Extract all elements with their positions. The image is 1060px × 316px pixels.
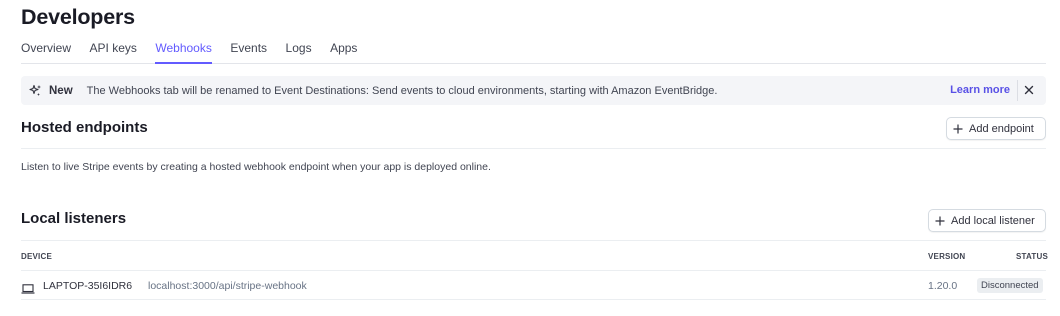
sparkle-icon bbox=[29, 84, 42, 97]
local-listeners-title: Local listeners bbox=[21, 210, 127, 227]
banner-message: The Webhooks tab will be renamed to Even… bbox=[86, 84, 718, 97]
local-divider bbox=[21, 240, 1046, 241]
hosted-endpoints-title: Hosted endpoints bbox=[21, 119, 148, 136]
tab-webhooks[interactable]: Webhooks bbox=[155, 41, 213, 64]
new-badge: New bbox=[49, 84, 73, 97]
announcement-banner: New The Webhooks tab will be renamed to … bbox=[21, 76, 1046, 105]
learn-more-link[interactable]: Learn more bbox=[950, 84, 1010, 96]
hosted-divider bbox=[21, 148, 1046, 149]
tab-api-keys[interactable]: API keys bbox=[90, 41, 137, 63]
column-header-device: DEVICE bbox=[21, 252, 52, 261]
device-url: localhost:3000/api/stripe-webhook bbox=[148, 280, 307, 292]
close-icon[interactable] bbox=[1022, 83, 1036, 97]
add-endpoint-button[interactable]: Add endpoint bbox=[946, 117, 1046, 140]
add-endpoint-label: Add endpoint bbox=[969, 122, 1034, 135]
tab-overview[interactable]: Overview bbox=[21, 41, 71, 63]
tab-logs[interactable]: Logs bbox=[286, 41, 312, 63]
tab-bar: Overview API keys Webhooks Events Logs A… bbox=[21, 41, 1046, 64]
version-value: 1.20.0 bbox=[928, 280, 958, 292]
tab-events[interactable]: Events bbox=[230, 41, 267, 63]
column-header-version: VERSION bbox=[928, 252, 966, 261]
banner-divider bbox=[1017, 80, 1018, 101]
column-header-status: STATUS bbox=[1016, 252, 1049, 261]
add-local-listener-button[interactable]: Add local listener bbox=[928, 209, 1046, 232]
add-local-listener-label: Add local listener bbox=[951, 214, 1035, 227]
laptop-icon bbox=[21, 281, 35, 294]
row-divider bbox=[21, 299, 1046, 300]
table-header-divider bbox=[21, 270, 1046, 271]
hosted-description: Listen to live Stripe events by creating… bbox=[21, 161, 491, 173]
page-title: Developers bbox=[21, 5, 135, 29]
tab-apps[interactable]: Apps bbox=[330, 41, 357, 63]
plus-icon bbox=[935, 216, 945, 225]
device-name: LAPTOP-35I6IDR6 bbox=[43, 280, 133, 292]
plus-icon bbox=[953, 124, 963, 133]
status-badge: Disconnected bbox=[977, 278, 1043, 293]
